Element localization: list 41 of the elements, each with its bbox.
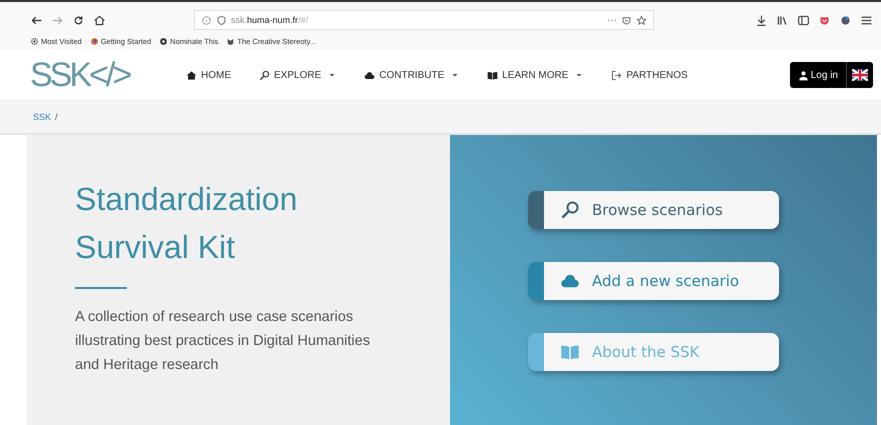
caret-icon [328,71,336,79]
action-button[interactable]: Add a new scenario [528,262,779,300]
nav-link[interactable]: HOME [186,70,231,80]
action-button[interactable]: Browse scenarios [528,191,779,229]
exit-icon [611,70,622,80]
nav-link[interactable]: CONTRIBUTE [364,70,460,80]
plus-icon [159,36,168,46]
user-icon [798,70,809,80]
hero-title: Survival Kit [75,228,236,267]
address-bar[interactable]: ssk.huma-num.fr/#/ ··· [194,10,654,30]
hero-description: A collection of research use case scenarios illustrating best practices in Digital Humanities and Heritage research [75,308,371,375]
flag-icon [852,69,868,81]
reload-icon[interactable] [72,14,85,26]
library-icon[interactable] [776,14,789,26]
caret-icon [575,71,584,79]
breadcrumb-separator: / [55,112,58,122]
page-actions-button[interactable]: ··· [607,14,617,26]
sidebar-icon[interactable] [797,14,810,26]
star-icon[interactable] [636,14,647,26]
globe-icon [90,36,99,46]
nav-link[interactable]: LEARN MORE [487,70,584,80]
book-icon [487,70,498,80]
extension-icon[interactable] [839,14,852,26]
breadcrumb-link[interactable]: SSK [33,112,52,122]
cloud-icon [364,70,376,80]
home-icon[interactable] [93,14,106,26]
info-icon [201,14,212,26]
cat-icon [226,36,236,46]
shield-icon [216,14,227,26]
hero-title: Standardization [75,180,298,219]
url-text: ssk.huma-num.fr/#/ [231,15,308,25]
search-icon [259,70,270,80]
gear-icon [30,36,39,46]
search-icon [560,200,580,220]
caret-icon [451,71,460,79]
menu-icon[interactable] [860,14,873,26]
pocket-icon[interactable] [621,14,632,26]
nav-link[interactable]: EXPLORE [259,70,336,80]
download-icon[interactable] [755,14,768,26]
nav-link[interactable]: PARTHENOS [611,70,688,80]
home-icon [186,70,197,80]
